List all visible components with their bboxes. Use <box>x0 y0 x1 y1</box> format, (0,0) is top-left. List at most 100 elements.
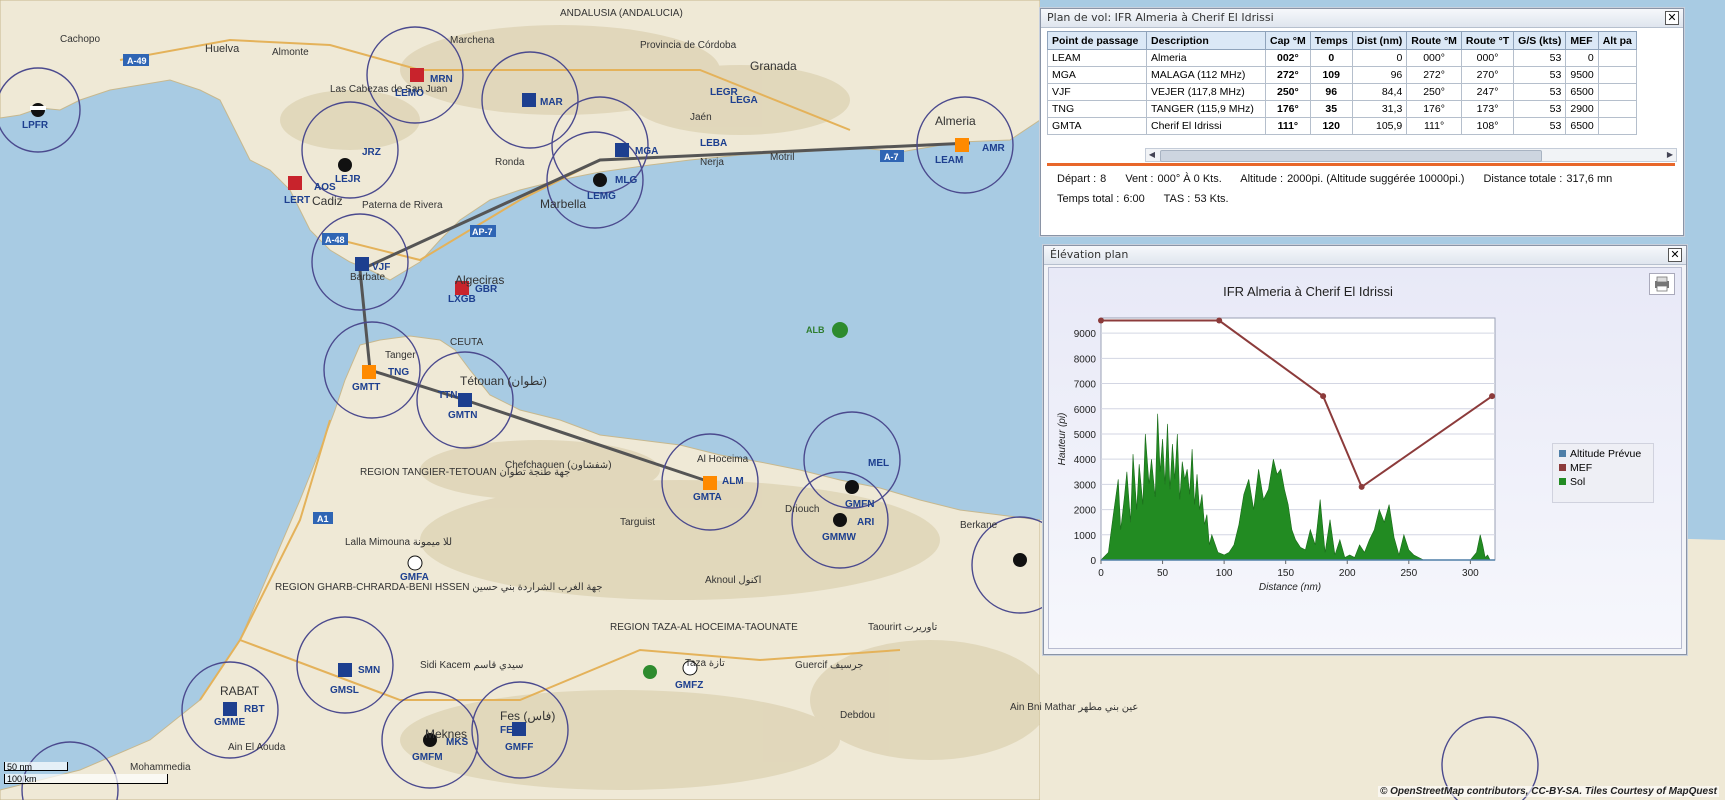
x-tick-label: 50 <box>1157 568 1169 579</box>
label-aknoul: Aknoul اكنول <box>705 575 761 586</box>
col-dist[interactable]: Dist (nm) <box>1351 31 1408 50</box>
label-marbella: Marbella <box>540 197 586 211</box>
beacon-mks[interactable]: MKS <box>446 737 469 748</box>
cell-route-t: 247° <box>1460 83 1515 101</box>
col-cap[interactable]: Cap °M <box>1265 31 1311 50</box>
table-footer-bar <box>1047 163 1675 166</box>
beacon-mrn[interactable]: MRN <box>430 74 453 85</box>
beacon-amr[interactable]: AMR <box>982 143 1006 154</box>
wp-gmtt[interactable]: GMTT <box>352 382 380 393</box>
flight-plan-table: Point de passage Description Cap °M Temp… <box>1047 31 1637 135</box>
cell-temps: 96 <box>1309 83 1353 101</box>
label-guercif: Guercif جرسيف <box>795 660 863 671</box>
cell-dist: 31,3 <box>1351 100 1408 118</box>
y-tick-label: 9000 <box>1074 329 1097 340</box>
wp-gmfm[interactable]: GMFM <box>412 752 443 763</box>
label-cordoba: Provincia de Córdoba <box>640 40 737 51</box>
vent-value: 000° À 0 Kts. <box>1157 173 1222 185</box>
col-alt[interactable]: Alt pa <box>1597 31 1637 50</box>
table-hscrollbar[interactable]: ◀ ▶ <box>1145 148 1677 162</box>
y-tick-label: 5000 <box>1074 430 1097 441</box>
wp-gmfn[interactable]: GMFN <box>845 499 874 510</box>
mef-point <box>1216 317 1223 324</box>
beacon-rbt[interactable]: RBT <box>244 704 265 715</box>
beacon-smn[interactable]: SMN <box>358 665 380 676</box>
beacon-ari[interactable]: ARI <box>857 517 874 528</box>
table-row[interactable]: LEAM Almeria 002° 0 0 000° 000° 53 0 <box>1047 49 1637 67</box>
wp-lpfr[interactable]: LPFR <box>22 120 49 131</box>
cell-description: MALAGA (112 MHz) <box>1146 66 1266 84</box>
table-row[interactable]: GMTA Cherif El Idrissi 111° 120 105,9 11… <box>1047 117 1637 135</box>
col-gs[interactable]: G/S (kts) <box>1513 31 1567 50</box>
label-tetouan: Tétouan (تطوان) <box>460 374 547 388</box>
col-route-m[interactable]: Route °M <box>1406 31 1462 50</box>
beacon-jrz[interactable]: JRZ <box>362 147 381 158</box>
cell-cap: 250° <box>1265 83 1311 101</box>
label-taza: Taza تازة <box>685 658 725 669</box>
wp-lega[interactable]: LEGA <box>730 95 758 106</box>
beacon-alm[interactable]: ALM <box>722 476 744 487</box>
wp-gmff[interactable]: GMFF <box>505 742 533 753</box>
beacon-mga[interactable]: MGA <box>635 146 658 157</box>
chart-legend: Altitude Prévue MEF Sol <box>1552 443 1654 503</box>
label-andalusia: ANDALUSIA (ANDALUCIA) <box>560 8 683 19</box>
close-elevation-button[interactable]: ✕ <box>1668 248 1682 262</box>
table-row[interactable]: MGA MALAGA (112 MHz) 272° 109 96 272° 27… <box>1047 66 1637 84</box>
shield-a1: A1 <box>317 514 329 524</box>
wp-gmta[interactable]: GMTA <box>693 492 722 503</box>
tas-value: 53 Kts. <box>1194 193 1229 205</box>
col-temps[interactable]: Temps <box>1309 31 1353 50</box>
cell-route-m: 250° <box>1406 83 1462 101</box>
distance-value: 317,6 mn <box>1566 173 1613 185</box>
cell-alt <box>1597 49 1637 67</box>
table-row[interactable]: TNG TANGER (115,9 MHz) 176° 35 31,3 176°… <box>1047 100 1637 118</box>
scroll-thumb[interactable] <box>1160 150 1542 162</box>
beacon-tng[interactable]: TNG <box>388 367 409 378</box>
beacon-aos[interactable]: AOS <box>314 182 336 193</box>
col-route-t[interactable]: Route °T <box>1460 31 1515 50</box>
label-cachopo: Cachopo <box>60 34 100 45</box>
shield-a49: A-49 <box>127 56 147 66</box>
col-mef[interactable]: MEF <box>1565 31 1599 50</box>
label-ronda: Ronda <box>495 157 525 168</box>
cell-point: GMTA <box>1047 117 1147 135</box>
wp-leba[interactable]: LEBA <box>700 138 727 149</box>
wp-gmfa[interactable]: GMFA <box>400 572 429 583</box>
col-point[interactable]: Point de passage <box>1047 31 1147 50</box>
scroll-left-arrow[interactable]: ◀ <box>1146 149 1158 161</box>
wp-gmmw[interactable]: GMMW <box>822 532 856 543</box>
label-nerja: Nerja <box>700 157 724 168</box>
x-tick-label: 250 <box>1400 568 1417 579</box>
temps-value: 6:00 <box>1123 193 1145 205</box>
beacon-mel[interactable]: MEL <box>868 458 889 469</box>
table-row[interactable]: VJF VEJER (117,8 MHz) 250° 96 84,4 250° … <box>1047 83 1637 101</box>
beacon-mlg[interactable]: MLG <box>615 175 637 186</box>
cell-mef: 6500 <box>1565 117 1599 135</box>
wp-gmme[interactable]: GMME <box>214 717 245 728</box>
close-flight-plan-button[interactable]: ✕ <box>1665 11 1679 25</box>
wp-gmsl[interactable]: GMSL <box>330 685 359 696</box>
beacon-vjf[interactable]: VJF <box>372 262 390 273</box>
beacon-gbr[interactable]: GBR <box>475 284 498 295</box>
legend-item-altitude: Altitude Prévue <box>1559 448 1647 462</box>
legend-label-altitude: Altitude Prévue <box>1570 448 1642 460</box>
beacon-mar[interactable]: MAR <box>540 97 564 108</box>
wp-lemo[interactable]: LEMO <box>395 88 424 99</box>
beacon-ttn[interactable]: TTN <box>438 390 457 401</box>
wp-lxgb[interactable]: LXGB <box>448 294 476 305</box>
label-alhoceima: Al Hoceima <box>697 454 749 465</box>
chart-title: IFR Almeria à Cherif El Idrissi <box>1223 284 1393 299</box>
label-huelva: Huelva <box>205 43 240 55</box>
wp-leam[interactable]: LEAM <box>935 155 963 166</box>
wp-lemg[interactable]: LEMG <box>587 191 616 202</box>
wp-lejr[interactable]: LEJR <box>335 174 361 185</box>
label-cabezas: Las Cabezas de San Juan <box>330 84 447 95</box>
wp-lert[interactable]: LERT <box>284 195 310 206</box>
cell-gs: 53 <box>1513 83 1567 101</box>
cell-mef: 9500 <box>1565 66 1599 84</box>
wp-gmfz[interactable]: GMFZ <box>675 680 703 691</box>
wp-gmtn[interactable]: GMTN <box>448 410 477 421</box>
col-description[interactable]: Description <box>1146 31 1266 50</box>
scroll-right-arrow[interactable]: ▶ <box>1664 149 1676 161</box>
beacon-fes[interactable]: FES <box>500 725 520 736</box>
